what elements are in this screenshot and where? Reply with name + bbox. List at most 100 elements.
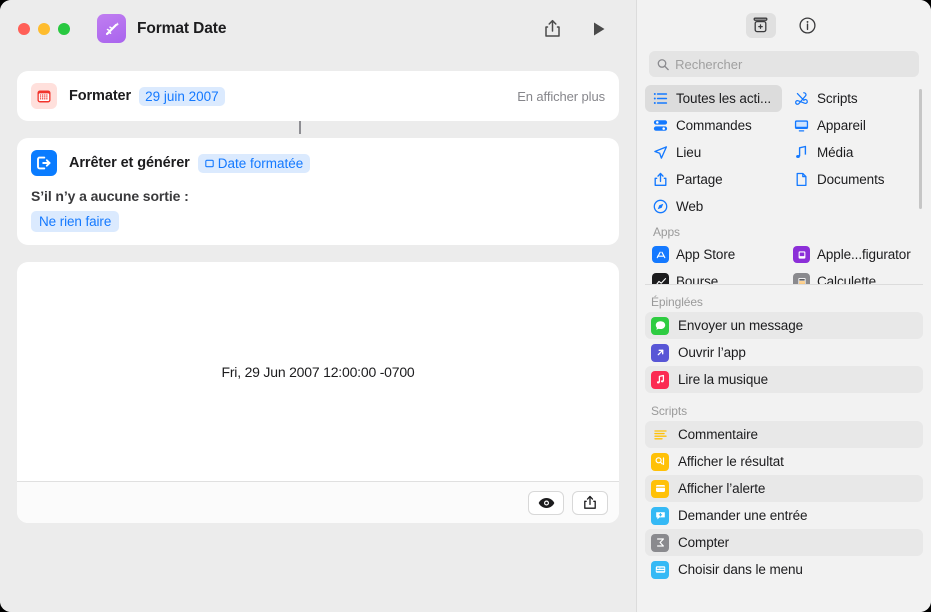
category-web[interactable]: Web: [645, 193, 782, 220]
category-documents[interactable]: Documents: [786, 166, 923, 193]
search-box[interactable]: [649, 51, 919, 77]
close-button[interactable]: [18, 22, 30, 35]
comment-icon: [651, 426, 669, 444]
apple-configurator-icon: [793, 246, 810, 263]
list-item-label: Ouvrir l’app: [678, 345, 746, 360]
shortcut-editor-pane: Format Date Formater 29 juin 2007 En aff…: [0, 0, 636, 612]
show-result-icon: [651, 452, 669, 471]
app-store-icon: [652, 246, 669, 263]
app-item-app-store[interactable]: App Store: [645, 241, 782, 268]
device-icon: [793, 117, 810, 134]
list-item[interactable]: Commentaire: [645, 421, 923, 448]
category-media[interactable]: Média: [786, 139, 923, 166]
list-item[interactable]: Ouvrir l’app: [645, 339, 923, 366]
action-library-icon[interactable]: [745, 13, 776, 38]
action-title: Arrêter et générer: [69, 155, 190, 171]
list-item-label: Lire la musique: [678, 372, 769, 387]
app-item-stocks[interactable]: Bourse: [645, 268, 782, 285]
scripts-section-header: Scripts: [651, 404, 687, 418]
list-item[interactable]: Demander une entrée: [645, 502, 923, 529]
category-all-actions[interactable]: Toutes les acti...: [645, 85, 782, 112]
action-card-stop-and-output[interactable]: Arrêter et générer Date formatée S’il n’…: [17, 138, 619, 245]
shortcuts-window: Format Date Formater 29 juin 2007 En aff…: [0, 0, 931, 612]
preview-result-text: Fri, 29 Jun 2007 12:00:00 -0700: [221, 363, 415, 380]
category-grid: Toutes les acti... Scripts Commandes App…: [645, 85, 923, 220]
no-output-label: S’il n’y a aucune sortie :: [31, 188, 189, 204]
apps-section-header: Apps: [653, 225, 680, 239]
document-icon: [793, 171, 810, 188]
web-icon: [652, 198, 669, 215]
list-item-label: Choisir dans le menu: [678, 562, 803, 577]
no-output-value[interactable]: Ne rien faire: [31, 211, 120, 232]
choose-from-menu-icon: [651, 560, 669, 579]
category-label: Toutes les acti...: [676, 91, 771, 106]
list-item[interactable]: Afficher l’alerte: [645, 475, 923, 502]
formatted-date-token[interactable]: Date formatée: [197, 153, 311, 173]
category-label: Partage: [676, 172, 723, 187]
info-icon[interactable]: [793, 13, 823, 38]
zoom-button[interactable]: [58, 22, 70, 35]
list-item[interactable]: Afficher le résultat: [645, 448, 923, 475]
app-label: Bourse: [676, 274, 719, 285]
action-card-format[interactable]: Formater 29 juin 2007 En afficher plus: [17, 71, 619, 121]
minimize-button[interactable]: [38, 22, 50, 35]
category-label: Média: [817, 145, 854, 160]
preview-content: Fri, 29 Jun 2007 12:00:00 -0700: [17, 262, 619, 481]
count-icon: [651, 533, 669, 552]
category-location[interactable]: Lieu: [645, 139, 782, 166]
window-title: Format Date: [137, 19, 227, 37]
category-label: Web: [676, 199, 704, 214]
shortcuts-app-icon: [97, 14, 126, 43]
app-item-apple-configurator[interactable]: Apple...figurator: [786, 241, 923, 268]
list-item[interactable]: Envoyer un message: [645, 312, 923, 339]
category-label: Lieu: [676, 145, 702, 160]
search-icon: [657, 58, 669, 70]
open-app-icon: [651, 343, 669, 362]
app-item-calculator[interactable]: Calculette: [786, 268, 923, 285]
share-icon: [652, 171, 669, 188]
action-header: Arrêter et générer Date formatée: [17, 138, 619, 188]
list-item-label: Commentaire: [678, 427, 758, 442]
share-icon[interactable]: [572, 490, 608, 515]
share-icon[interactable]: [541, 18, 563, 40]
token-label: Date formatée: [217, 155, 304, 171]
action-header: Formater 29 juin 2007 En afficher plus: [17, 71, 619, 121]
calendar-icon: [31, 83, 57, 109]
action-body: S’il n’y a aucune sortie : Ne rien faire: [17, 188, 619, 245]
search-area: [637, 51, 931, 85]
show-alert-icon: [651, 479, 669, 498]
media-icon: [793, 144, 810, 161]
category-sharing[interactable]: Partage: [645, 166, 782, 193]
location-icon: [652, 144, 669, 161]
category-scrollbar[interactable]: [919, 89, 922, 209]
list-item-label: Demander une entrée: [678, 508, 808, 523]
category-controls[interactable]: Commandes: [645, 112, 782, 139]
messages-icon: [651, 316, 669, 335]
run-icon[interactable]: [588, 18, 610, 40]
list-item-label: Envoyer un message: [678, 318, 804, 333]
date-token[interactable]: 29 juin 2007: [139, 86, 225, 106]
list-item[interactable]: Compter: [645, 529, 923, 556]
show-more-link[interactable]: En afficher plus: [517, 89, 605, 104]
apps-grid: App Store Apple...figurator Bourse Calcu…: [645, 241, 923, 285]
ask-for-input-icon: [651, 506, 669, 525]
app-label: Calculette: [817, 274, 877, 285]
category-device[interactable]: Appareil: [786, 112, 923, 139]
action-list: Épinglées Envoyer un message Ouvrir l’ap…: [637, 285, 931, 612]
action-title: Formater: [69, 88, 132, 104]
category-scripts[interactable]: Scripts: [786, 85, 923, 112]
list-item[interactable]: Choisir dans le menu: [645, 556, 923, 583]
quick-look-icon[interactable]: [528, 490, 564, 515]
variable-icon: [204, 159, 214, 167]
list-item-label: Afficher le résultat: [678, 454, 784, 469]
controls-icon: [652, 117, 669, 134]
workflow-canvas: Formater 29 juin 2007 En afficher plus A…: [0, 71, 636, 523]
list-item-label: Compter: [678, 535, 730, 550]
title-bar: Format Date: [0, 0, 636, 57]
list-item[interactable]: Lire la musique: [645, 366, 923, 393]
stocks-icon: [652, 273, 669, 284]
preview-toolbar: [17, 481, 619, 523]
list-icon: [652, 90, 669, 107]
category-panel[interactable]: Toutes les acti... Scripts Commandes App…: [645, 85, 923, 285]
search-input[interactable]: [675, 56, 911, 72]
